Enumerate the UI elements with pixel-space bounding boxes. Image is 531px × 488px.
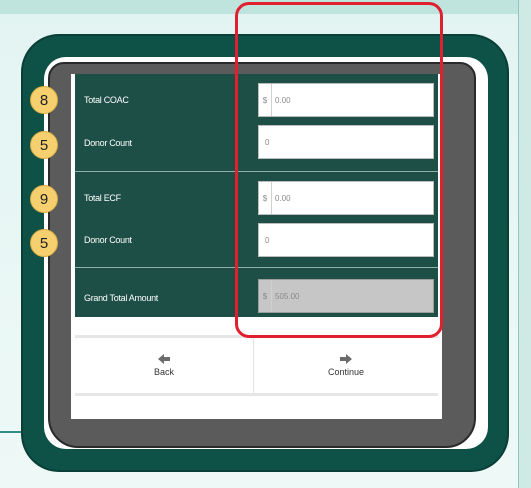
grand-total-label: Grand Total Amount xyxy=(84,293,158,303)
callout-badge: 8 xyxy=(30,86,58,114)
total-coac-label: Total COAC xyxy=(84,95,129,105)
donor-count-label: Donor Count xyxy=(84,235,132,245)
back-button[interactable]: Back xyxy=(79,338,249,393)
arrow-right-icon xyxy=(340,354,352,364)
donor-count-label: Donor Count xyxy=(84,138,132,148)
total-ecf-label: Total ECF xyxy=(84,193,121,203)
callout-badge: 5 xyxy=(30,229,58,257)
arrow-left-icon xyxy=(158,354,170,364)
nav-divider xyxy=(253,338,254,393)
navigation-bar: Back Continue xyxy=(75,335,438,396)
back-label: Back xyxy=(153,367,174,377)
highlight-box xyxy=(235,2,443,338)
continue-button[interactable]: Continue xyxy=(261,338,431,393)
callout-badge: 5 xyxy=(30,131,58,159)
callout-badge: 9 xyxy=(30,185,58,213)
continue-label: Continue xyxy=(327,367,365,377)
background-right-bar xyxy=(518,0,531,488)
